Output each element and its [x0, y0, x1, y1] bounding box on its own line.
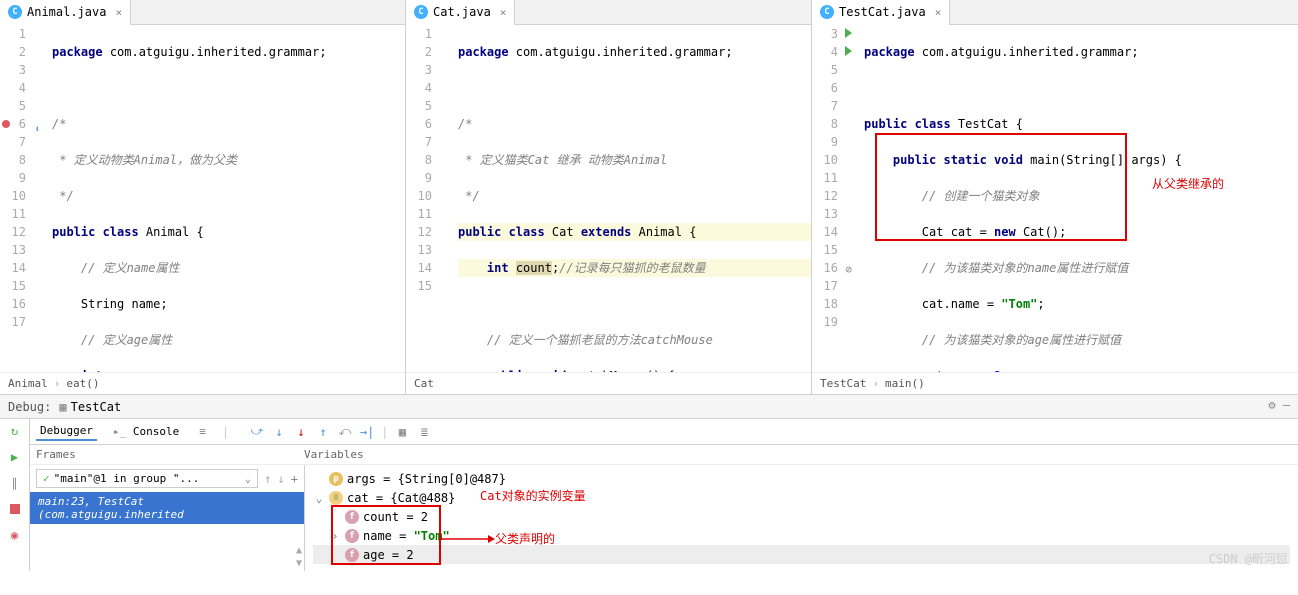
prev-frame-icon[interactable]: ↑	[264, 472, 271, 486]
class-icon: C	[8, 5, 22, 19]
rerun-button[interactable]: ↻	[7, 423, 23, 439]
frames-panel: ✓ "main"@1 in group "... ⌄ ↑ ↓ + main:23…	[30, 465, 305, 571]
stack-frame[interactable]: main:23, TestCat (com.atguigu.inherited	[30, 492, 304, 524]
debug-config-icon: ▦	[59, 400, 66, 414]
debug-tabs: Debugger ▸_ Console ≡ | ⤻ ↓ ↓ ↑ ⤺ →| | ▦…	[30, 419, 1298, 445]
add-icon[interactable]: +	[291, 472, 298, 486]
step-into-icon[interactable]: ↓	[271, 424, 287, 440]
var-cat[interactable]: ⌄≡cat = {Cat@488}	[313, 488, 1290, 507]
tab-animal[interactable]: C Animal.java ×	[0, 0, 131, 25]
step-over-icon[interactable]: ⤻	[249, 424, 265, 440]
evaluate-icon[interactable]: ▦	[394, 424, 410, 440]
drop-frame-icon[interactable]: ⤺	[337, 424, 353, 440]
code-area[interactable]: package com.atguigu.inherited.grammar; /…	[48, 25, 405, 372]
trace-icon[interactable]: ≣	[416, 424, 432, 440]
pause-button[interactable]: ∥	[7, 475, 23, 491]
editor-pane-testcat: C TestCat.java × 3 4 56789101112131415 1…	[812, 0, 1298, 394]
tab-label: TestCat.java	[839, 5, 926, 19]
tab-label: Animal.java	[27, 5, 106, 19]
tab-console[interactable]: ▸_ Console	[109, 423, 183, 440]
force-step-into-icon[interactable]: ↓	[293, 424, 309, 440]
crumb[interactable]: Animal	[8, 377, 48, 390]
close-icon[interactable]: ×	[500, 6, 507, 19]
debug-panel: ↻ ▶ ∥ ◉ Debugger ▸_ Console ≡ | ⤻ ↓ ↓ ↑ …	[0, 419, 1298, 571]
editor[interactable]: 12345 6⬇ 7891011121314151617 package com…	[0, 25, 405, 372]
close-icon[interactable]: ×	[935, 6, 942, 19]
tab-debugger[interactable]: Debugger	[36, 422, 97, 441]
annotation-inherited: 从父类继承的	[1152, 175, 1224, 193]
next-frame-icon[interactable]: ↓	[278, 472, 285, 486]
scroll-up-icon[interactable]: ▲	[296, 545, 302, 556]
chevron-right-icon: ›	[54, 377, 61, 390]
variables-header: Variables	[304, 448, 364, 461]
class-icon: C	[414, 5, 428, 19]
stop-button[interactable]	[7, 501, 23, 517]
crumb[interactable]: Cat	[414, 377, 434, 390]
step-out-icon[interactable]: ↑	[315, 424, 331, 440]
view-breakpoints-button[interactable]: ◉	[7, 527, 23, 543]
breadcrumb[interactable]: TestCat › main()	[812, 372, 1298, 394]
tab-cat[interactable]: C Cat.java ×	[406, 0, 515, 25]
scroll-down-icon[interactable]: ▼	[296, 558, 302, 569]
editor-pane-cat: C Cat.java × 123456789101112131415 packa…	[406, 0, 812, 394]
crumb[interactable]: TestCat	[820, 377, 866, 390]
thread-selector[interactable]: ✓ "main"@1 in group "... ⌄	[36, 469, 258, 488]
breadcrumb[interactable]: Animal › eat()	[0, 372, 405, 394]
var-count[interactable]: fcount = 2	[313, 507, 1290, 526]
crumb[interactable]: main()	[885, 377, 925, 390]
annotation-parent: 父类声明的	[495, 530, 555, 547]
resume-button[interactable]: ▶	[7, 449, 23, 465]
annotation-instance: Cat对象的实例变量	[480, 487, 586, 504]
debug-run-buttons: ↻ ▶ ∥ ◉	[0, 419, 30, 571]
debug-config-name[interactable]: TestCat	[71, 400, 122, 414]
var-args[interactable]: pargs = {String[0]@487}	[313, 469, 1290, 488]
chevron-right-icon: ›	[872, 377, 879, 390]
var-age[interactable]: fage = 2	[313, 545, 1290, 564]
run-to-cursor-icon[interactable]: →|	[359, 424, 375, 440]
crumb[interactable]: eat()	[66, 377, 99, 390]
editor-pane-animal: C Animal.java × 12345 6⬇ 789101112131415…	[0, 0, 406, 394]
debug-label: Debug:	[8, 400, 51, 414]
breadcrumb[interactable]: Cat	[406, 372, 811, 394]
tab-testcat[interactable]: C TestCat.java ×	[812, 0, 950, 25]
close-icon[interactable]: ×	[115, 6, 122, 19]
debug-header: Debug: ▦ TestCat	[0, 395, 1298, 419]
tab-label: Cat.java	[433, 5, 491, 19]
variables-panel: pargs = {String[0]@487} ⌄≡cat = {Cat@488…	[305, 465, 1298, 571]
class-icon: C	[820, 5, 834, 19]
chevron-down-icon: ⌄	[245, 472, 252, 485]
frames-header: Frames	[36, 448, 304, 461]
tabbar: C Animal.java ×	[0, 0, 405, 25]
arrow-icon	[440, 533, 495, 545]
gutter: 12345 6⬇ 7891011121314151617	[0, 25, 48, 372]
gear-icon[interactable]: ⚙ —	[1268, 398, 1290, 412]
threads-button[interactable]: ≡	[195, 423, 210, 440]
watermark: CSDN @昕河愆	[1209, 550, 1288, 567]
